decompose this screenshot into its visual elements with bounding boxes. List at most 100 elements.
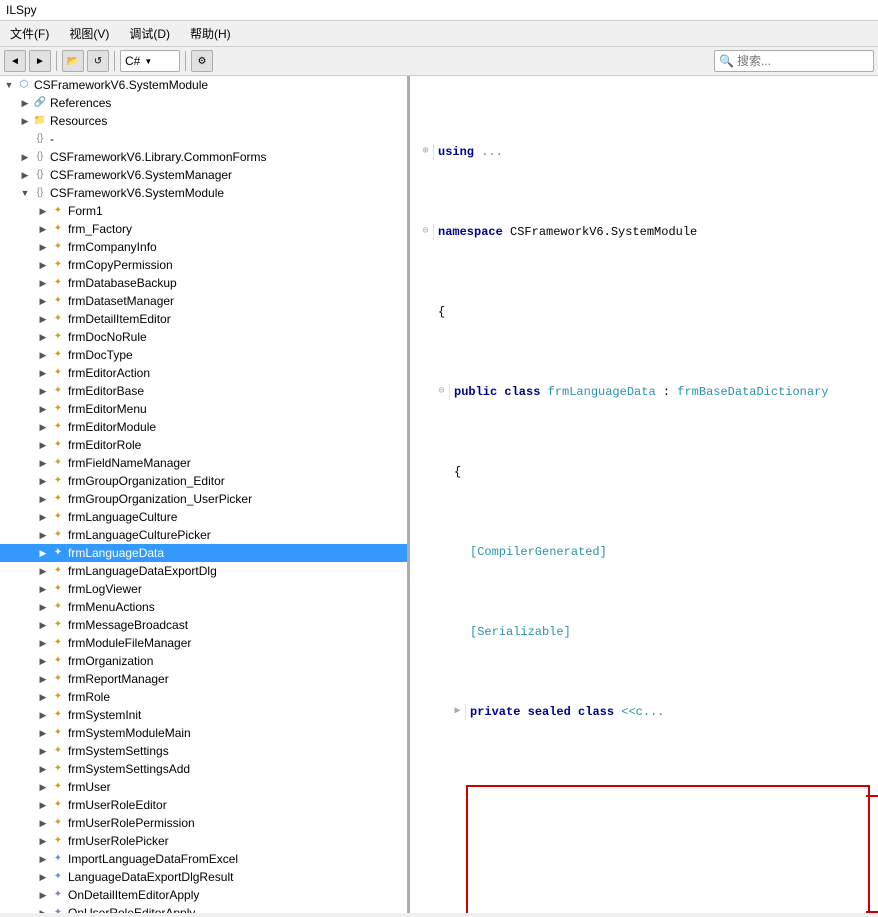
class-label-frmRole: frmRole [68,690,110,704]
menu-help[interactable]: 帮助(H) [184,23,237,44]
tree-node-frmCompanyInfo[interactable]: ▶ ✦ frmCompanyInfo [0,238,407,256]
tree-node-frmSystemInit[interactable]: ▶ ✦ frmSystemInit [0,706,407,724]
tree-node-references[interactable]: ▶ 🔗 References [0,94,407,112]
kw-using: using [438,144,474,160]
class-icon-frmEditorModule: ✦ [50,419,66,435]
tree-node-frmLanguageCulturePicker[interactable]: ▶ ✦ frmLanguageCulturePicker [0,526,407,544]
using-ellipsis: ... [474,144,503,160]
menu-debug[interactable]: 调试(D) [123,23,176,44]
expand-frmEditorAction: ▶ [36,366,50,380]
tree-node-ImportLanguageDataFromExcel[interactable]: ▶ ✦ ImportLanguageDataFromExcel [0,850,407,868]
expand-frmModuleFileManager: ▶ [36,636,50,650]
class-icon-frmDocType: ✦ [50,347,66,363]
class-label-frmMenuActions: frmMenuActions [68,600,155,614]
tree-node-frmEditorAction[interactable]: ▶ ✦ frmEditorAction [0,364,407,382]
decompile-button[interactable]: ⚙ [191,50,213,72]
menu-view[interactable]: 视图(V) [63,23,115,44]
tree-node-OnDetailItemEditorApply[interactable]: ▶ ✦ OnDetailItemEditorApply [0,886,407,904]
open-button[interactable]: 📂 [62,50,84,72]
tree-node-frmMenuActions[interactable]: ▶ ✦ frmMenuActions [0,598,407,616]
tree-node-frmCopyPermission[interactable]: ▶ ✦ frmCopyPermission [0,256,407,274]
expand-frmSystemSettingsAdd: ▶ [36,762,50,776]
tree-node-frmSystemModuleMain[interactable]: ▶ ✦ frmSystemModuleMain [0,724,407,742]
tree-node-frmGroupOrganization_Editor[interactable]: ▶ ✦ frmGroupOrganization_Editor [0,472,407,490]
tree-node-frmDatasetManager[interactable]: ▶ ✦ frmDatasetManager [0,292,407,310]
class-icon-ImportLanguageDataFromExcel: ✦ [50,851,66,867]
forward-button[interactable]: ► [29,50,51,72]
tree-node-frmUserRolePermission[interactable]: ▶ ✦ frmUserRolePermission [0,814,407,832]
tree-node-frmLogViewer[interactable]: ▶ ✦ frmLogViewer [0,580,407,598]
resources-icon: 📁 [32,113,48,129]
class-label-frmDocNoRule: frmDocNoRule [68,330,147,344]
right-pane[interactable]: ⊕ using ... ⊖ namespace CSFrameworkV6.Sy… [410,76,878,913]
tree-root[interactable]: ▼ ⬡ CSFrameworkV6.SystemModule [0,76,407,94]
code-line-using: ⊕ using ... [418,144,870,160]
expand-frmLanguageData: ▶ [36,546,50,560]
tree-node-empty[interactable]: {} - [0,130,407,148]
class-label-frmGroupOrganization_UserPicker: frmGroupOrganization_UserPicker [68,492,252,506]
tree-node-frm_Factory[interactable]: ▶ ✦ frm_Factory [0,220,407,238]
expand-Form1: ▶ [36,204,50,218]
sysmgr-label: CSFrameworkV6.SystemManager [50,168,232,182]
tree-node-frmUserRolePicker[interactable]: ▶ ✦ frmUserRolePicker [0,832,407,850]
expand-frm_Factory: ▶ [36,222,50,236]
tree-node-sysmod[interactable]: ▼ {} CSFrameworkV6.SystemModule [0,184,407,202]
class-label-frmSystemSettings: frmSystemSettings [68,744,169,758]
tree-node-frmEditorMenu[interactable]: ▶ ✦ frmEditorMenu [0,400,407,418]
tree-node-frmDocType[interactable]: ▶ ✦ frmDocType [0,346,407,364]
tree-node-frmDetailItemEditor[interactable]: ▶ ✦ frmDetailItemEditor [0,310,407,328]
tree-node-OnUserRoleEditorApply[interactable]: ▶ ✦ OnUserRoleEditorApply [0,904,407,913]
tree-node-frmEditorBase[interactable]: ▶ ✦ frmEditorBase [0,382,407,400]
class-label-ImportLanguageDataFromExcel: ImportLanguageDataFromExcel [68,852,238,866]
tree-node-frmLanguageDataExportDlg[interactable]: ▶ ✦ frmLanguageDataExportDlg [0,562,407,580]
tree-node-LanguageDataExportDlgResult[interactable]: ▶ ✦ LanguageDataExportDlgResult [0,868,407,886]
margin-using: ⊕ [418,144,434,160]
language-dropdown[interactable]: C# ▼ [120,50,180,72]
back-button[interactable]: ◄ [4,50,26,72]
menu-file[interactable]: 文件(F) [4,23,55,44]
code-line-brace2: { [418,464,870,480]
resources-label: Resources [50,114,107,128]
tree-node-frmSystemSettings[interactable]: ▶ ✦ frmSystemSettings [0,742,407,760]
search-input[interactable] [737,54,869,68]
class-label-frmUser: frmUser [68,780,111,794]
class-label-frmEditorModule: frmEditorModule [68,420,156,434]
margin-pubclass: ⊖ [434,384,450,400]
class-icon-frmSystemSettings: ✦ [50,743,66,759]
tree-node-frmUser[interactable]: ▶ ✦ frmUser [0,778,407,796]
tree-node-sysmgr[interactable]: ▶ {} CSFrameworkV6.SystemManager [0,166,407,184]
tree-node-resources[interactable]: ▶ 📁 Resources [0,112,407,130]
expand-frmUserRolePermission: ▶ [36,816,50,830]
tree-node-frmEditorRole[interactable]: ▶ ✦ frmEditorRole [0,436,407,454]
refresh-button[interactable]: ↺ [87,50,109,72]
tree-node-frmUserRoleEditor[interactable]: ▶ ✦ frmUserRoleEditor [0,796,407,814]
class-icon-LanguageDataExportDlgResult: ✦ [50,869,66,885]
class-label-frmFieldNameManager: frmFieldNameManager [68,456,191,470]
tree-node-Form1[interactable]: ▶ ✦ Form1 [0,202,407,220]
tree-node-frmMessageBroadcast[interactable]: ▶ ✦ frmMessageBroadcast [0,616,407,634]
tree-node-frmDocNoRule[interactable]: ▶ ✦ frmDocNoRule [0,328,407,346]
tree-node-frmRole[interactable]: ▶ ✦ frmRole [0,688,407,706]
main-layout: ▼ ⬡ CSFrameworkV6.SystemModule ▶ 🔗 Refer… [0,76,878,913]
kw-namespace: namespace [438,224,503,240]
expand-frmDocNoRule: ▶ [36,330,50,344]
class-label-frmUserRolePicker: frmUserRolePicker [68,834,169,848]
tree-node-frmModuleFileManager[interactable]: ▶ ✦ frmModuleFileManager [0,634,407,652]
tree-node-frmOrganization[interactable]: ▶ ✦ frmOrganization [0,652,407,670]
tree-node-commonforms[interactable]: ▶ {} CSFrameworkV6.Library.CommonForms [0,148,407,166]
tree-node-frmGroupOrganization_UserPicker[interactable]: ▶ ✦ frmGroupOrganization_UserPicker [0,490,407,508]
search-box[interactable]: 🔍 [714,50,874,72]
tree-node-frmSystemSettingsAdd[interactable]: ▶ ✦ frmSystemSettingsAdd [0,760,407,778]
class-label-OnDetailItemEditorApply: OnDetailItemEditorApply [68,888,199,902]
tree-node-frmLanguageData[interactable]: ▶ ✦ frmLanguageData [0,544,407,562]
dropdown-arrow: ▼ [144,57,152,66]
expand-OnDetailItemEditorApply: ▶ [36,888,50,902]
tree-node-frmReportManager[interactable]: ▶ ✦ frmReportManager [0,670,407,688]
tree-node-frmDatabaseBackup[interactable]: ▶ ✦ frmDatabaseBackup [0,274,407,292]
tree-node-frmEditorModule[interactable]: ▶ ✦ frmEditorModule [0,418,407,436]
code-line-serial-attr: [Serializable] [418,624,870,640]
commonforms-label: CSFrameworkV6.Library.CommonForms [50,150,267,164]
left-pane[interactable]: ▼ ⬡ CSFrameworkV6.SystemModule ▶ 🔗 Refer… [0,76,410,913]
tree-node-frmLanguageCulture[interactable]: ▶ ✦ frmLanguageCulture [0,508,407,526]
tree-node-frmFieldNameManager[interactable]: ▶ ✦ frmFieldNameManager [0,454,407,472]
